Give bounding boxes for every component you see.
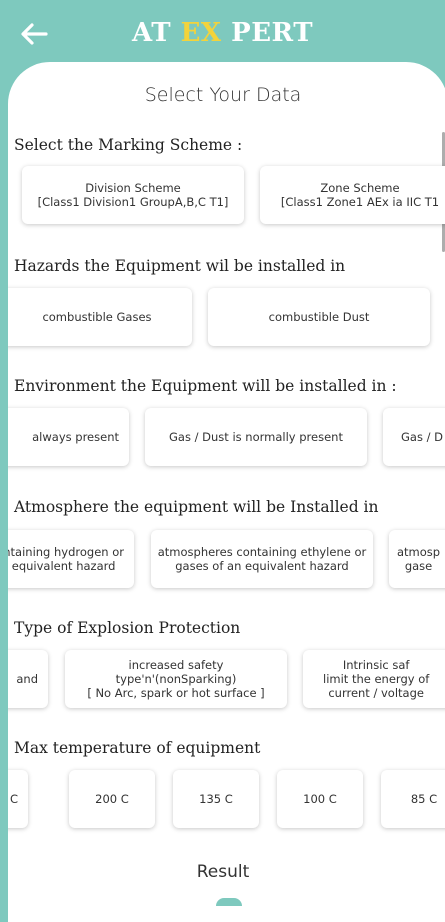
option-temp-200[interactable]: 200 C <box>69 770 155 828</box>
hazards-label: Hazards the Equipment wil be installed i… <box>14 257 346 275</box>
selection-card: Select Your Data Select the Marking Sche… <box>8 62 445 922</box>
result-indicator <box>216 898 242 906</box>
option-combustible-dust[interactable]: combustible Dust <box>208 288 430 346</box>
option-temp-135[interactable]: 135 C <box>173 770 259 828</box>
max-temperature-label: Max temperature of equipment <box>14 739 261 757</box>
atmosphere-options[interactable]: ntaining hydrogen or equivalent hazard a… <box>8 530 445 600</box>
marking-scheme-options[interactable]: Division Scheme [Class1 Division1 GroupA… <box>8 166 445 236</box>
environment-options[interactable]: always present Gas / Dust is normally pr… <box>8 408 445 478</box>
option-combustible-gases[interactable]: combustible Gases <box>8 288 192 346</box>
option-temp-100[interactable]: 100 C <box>277 770 363 828</box>
app-logo: AT EX PERT <box>0 18 445 48</box>
logo-part-3: PERT <box>231 18 314 48</box>
marking-scheme-label: Select the Marking Scheme : <box>14 136 243 154</box>
option-increased-safety[interactable]: increased safety type'n'(nonSparking) [ … <box>65 650 287 708</box>
option-zone-scheme[interactable]: Zone Scheme [Class1 Zone1 AEx ia IIC T1 <box>260 166 445 224</box>
atmosphere-label: Atmosphere the equipment will be Install… <box>14 498 379 516</box>
option-temp-85[interactable]: 85 C <box>381 770 445 828</box>
logo-part-2: EX <box>180 18 222 48</box>
hazard-options[interactable]: combustible Gases combustible Dust <box>8 288 445 358</box>
result-button[interactable]: Result <box>8 862 438 882</box>
logo-part-1: AT <box>131 18 172 48</box>
option-always-present[interactable]: always present <box>8 408 129 466</box>
explosion-protection-label: Type of Explosion Protection <box>14 619 241 637</box>
option-division-scheme[interactable]: Division Scheme [Class1 Division1 GroupA… <box>22 166 244 224</box>
option-normally-present[interactable]: Gas / Dust is normally present <box>145 408 367 466</box>
environment-label: Environment the Equipment will be instal… <box>14 377 397 395</box>
option-temp-1[interactable]: C <box>8 770 28 828</box>
page-title: Select Your Data <box>144 84 302 106</box>
option-intrinsic-safety[interactable]: Intrinsic saf limit the energy of curren… <box>303 650 445 708</box>
option-protection-1[interactable]: and <box>8 650 48 708</box>
explosion-protection-options[interactable]: and increased safety type'n'(nonSparking… <box>8 650 445 720</box>
option-hydrogen[interactable]: ntaining hydrogen or equivalent hazard <box>8 530 134 588</box>
temperature-options[interactable]: C 200 C 135 C 100 C 85 C <box>8 770 445 840</box>
option-atmosphere-3[interactable]: atmosp gase <box>389 530 445 588</box>
option-ethylene[interactable]: atmospheres containing ethylene or gases… <box>151 530 373 588</box>
option-environment-3[interactable]: Gas / D <box>383 408 445 466</box>
app-bar: AT EX PERT <box>0 0 445 70</box>
